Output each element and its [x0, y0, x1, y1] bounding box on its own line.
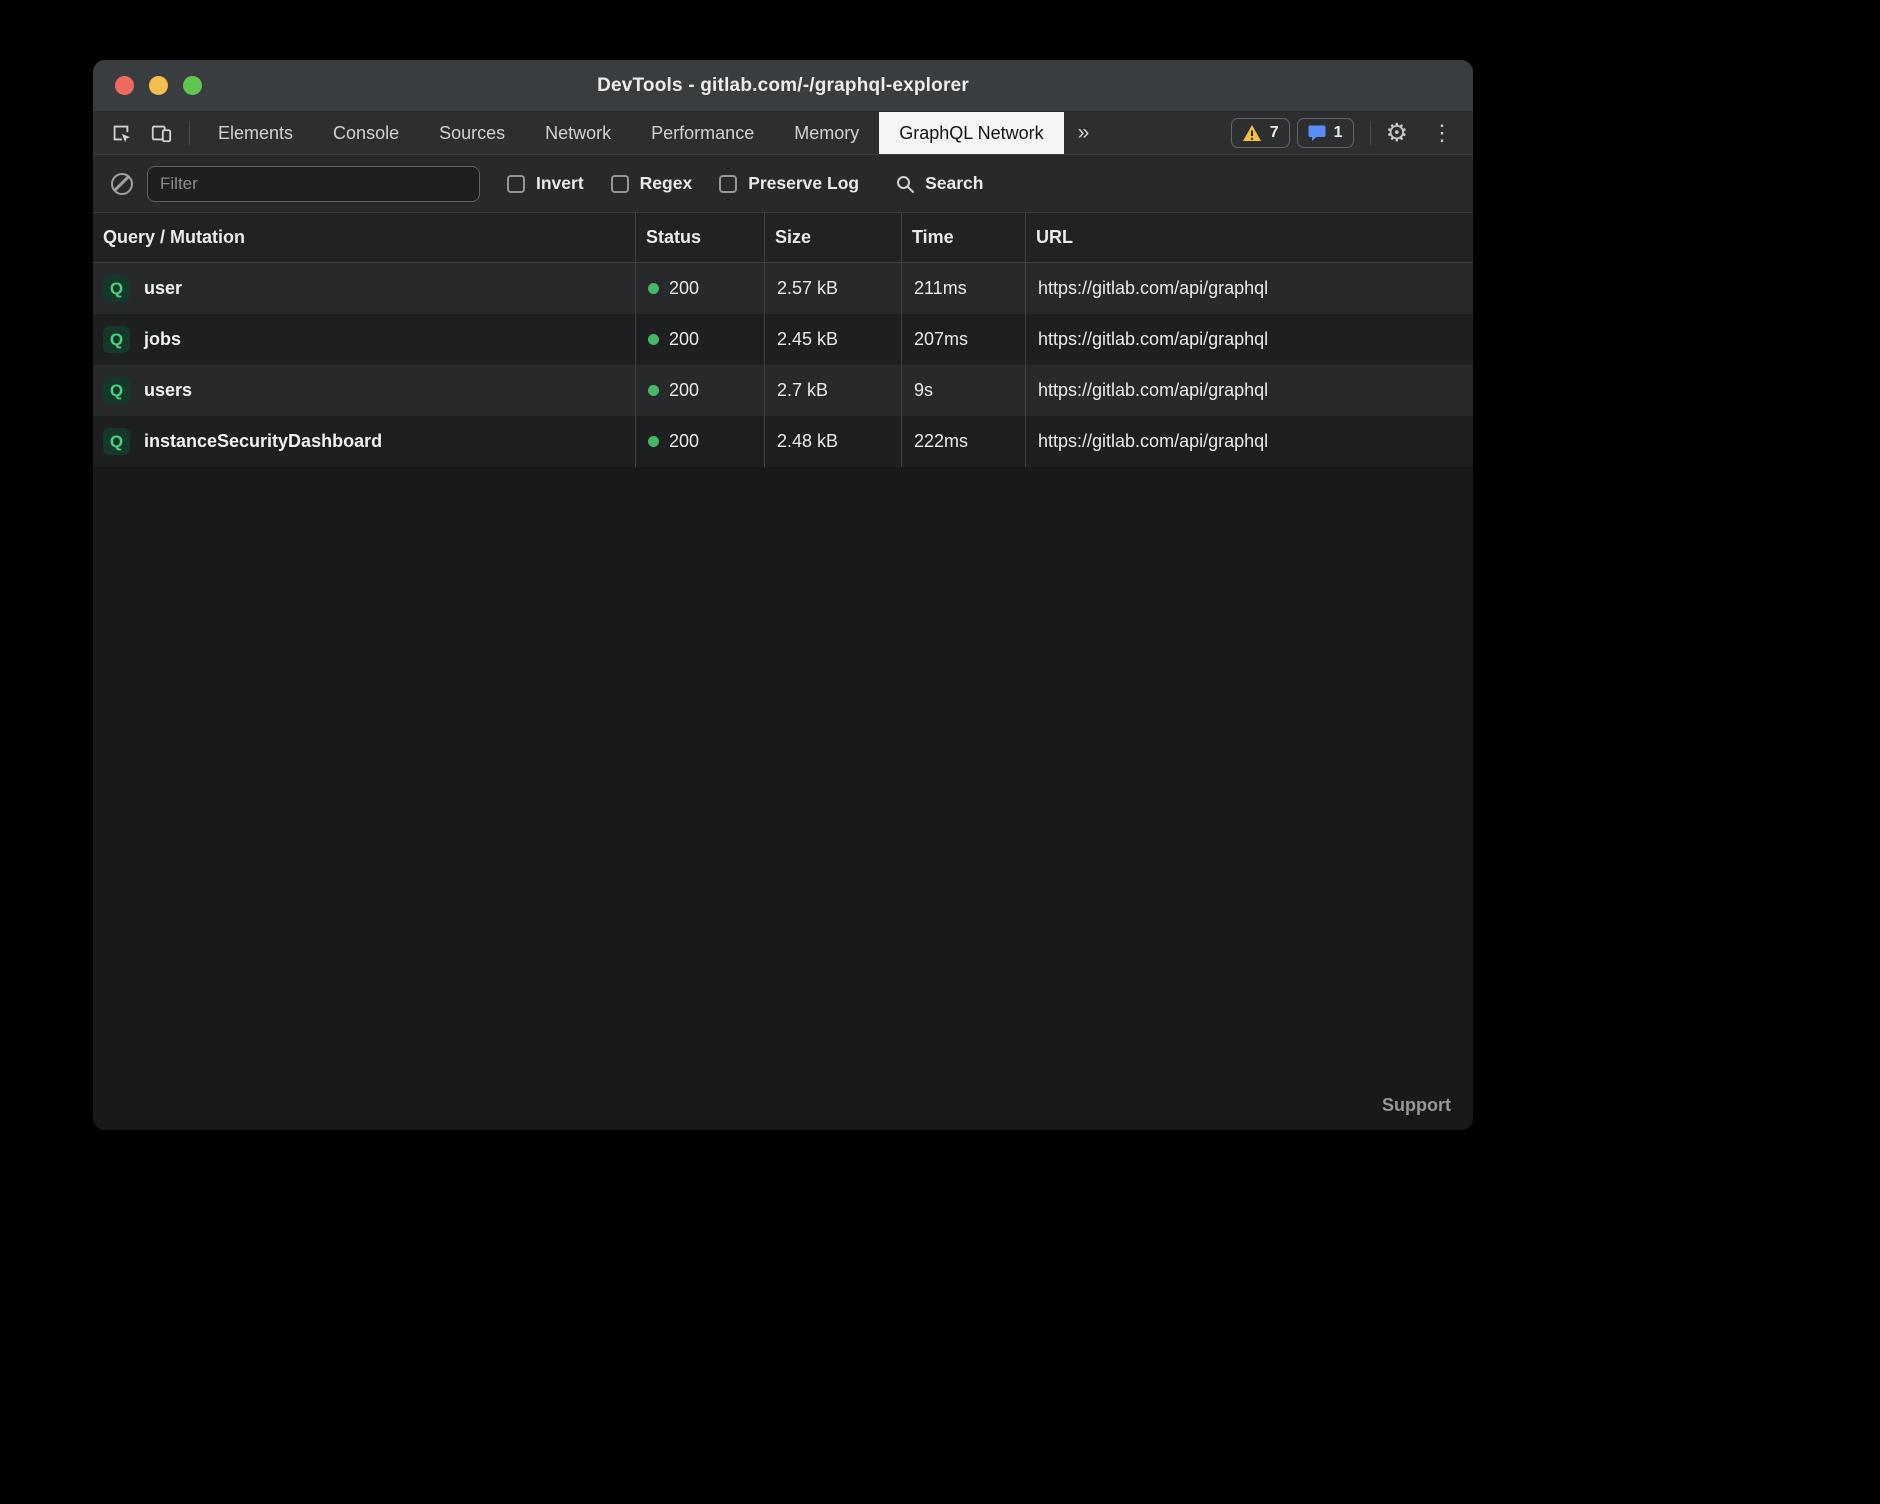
inspect-element-icon[interactable] [101, 112, 141, 154]
checkbox-label: Preserve Log [748, 173, 859, 194]
url-cell: https://gitlab.com/api/graphql [1026, 314, 1473, 365]
status-code: 200 [669, 380, 699, 401]
issue-count: 1 [1334, 124, 1343, 142]
tab-memory[interactable]: Memory [774, 112, 879, 154]
time-cell: 222ms [902, 416, 1026, 467]
query-name: instanceSecurityDashboard [144, 431, 382, 452]
tabbar-spacer [1103, 112, 1230, 154]
tab-graphql-network[interactable]: GraphQL Network [879, 112, 1063, 154]
query-name: jobs [144, 329, 181, 350]
size-cell: 2.45 kB [765, 314, 902, 365]
size-cell: 2.48 kB [765, 416, 902, 467]
table-header: Query / Mutation Status Size Time URL [93, 213, 1473, 263]
warning-count: 7 [1270, 124, 1279, 142]
warnings-badge[interactable]: 7 [1231, 118, 1290, 148]
status-code: 200 [669, 278, 699, 299]
status-code: 200 [669, 431, 699, 452]
preserve-log-checkbox[interactable]: Preserve Log [719, 173, 859, 194]
table-row[interactable]: QinstanceSecurityDashboard 200 2.48 kB222m… [93, 416, 1473, 467]
status-cell: 200 [636, 416, 765, 467]
zoom-window-button[interactable] [183, 76, 202, 95]
url-cell: https://gitlab.com/api/graphql [1026, 416, 1473, 467]
titlebar: DevTools - gitlab.com/-/graphql-explorer [93, 60, 1473, 112]
clear-requests-icon[interactable] [111, 173, 133, 195]
table-row[interactable]: Qjobs 200 2.45 kB207mshttps://gitlab.com/a… [93, 314, 1473, 365]
status-code: 200 [669, 329, 699, 350]
query-type-badge: Q [103, 275, 130, 302]
filter-toolbar: Invert Regex Preserve Log Search [93, 155, 1473, 213]
checkbox-label: Invert [536, 173, 584, 194]
settings-gear-icon[interactable]: ⚙ [1377, 112, 1417, 154]
traffic-lights [115, 60, 202, 111]
time-cell: 9s [902, 365, 1026, 416]
query-type-badge: Q [103, 428, 130, 455]
minimize-window-button[interactable] [149, 76, 168, 95]
query-cell: Qjobs [93, 314, 636, 365]
tab-sources[interactable]: Sources [419, 112, 525, 154]
requests-table: Query / Mutation Status Size Time URL Qu… [93, 213, 1473, 1130]
status-badges: 7 1 [1231, 112, 1354, 154]
tab-console[interactable]: Console [313, 112, 419, 154]
query-name: users [144, 380, 192, 401]
issue-bubble-icon [1308, 125, 1326, 142]
column-header-size[interactable]: Size [765, 213, 902, 262]
filter-input[interactable] [147, 166, 480, 202]
search-label: Search [925, 173, 983, 194]
query-cell: Qusers [93, 365, 636, 416]
status-ok-dot [648, 385, 659, 396]
url-cell: https://gitlab.com/api/graphql [1026, 263, 1473, 314]
device-toolbar-icon[interactable] [141, 112, 181, 154]
regex-checkbox[interactable]: Regex [611, 173, 693, 194]
table-row[interactable]: Qusers 200 2.7 kB9shttps://gitlab.com/api/… [93, 365, 1473, 416]
status-cell: 200 [636, 314, 765, 365]
search-button[interactable]: Search [895, 173, 983, 194]
status-ok-dot [648, 283, 659, 294]
time-cell: 211ms [902, 263, 1026, 314]
devtools-window: DevTools - gitlab.com/-/graphql-explorer… [93, 60, 1473, 1130]
query-cell: QinstanceSecurityDashboard [93, 416, 636, 467]
warning-triangle-icon [1242, 124, 1262, 142]
column-header-time[interactable]: Time [902, 213, 1026, 262]
url-cell: https://gitlab.com/api/graphql [1026, 365, 1473, 416]
tab-performance[interactable]: Performance [631, 112, 774, 154]
query-type-badge: Q [103, 326, 130, 353]
devtools-tabbar: ElementsConsoleSourcesNetworkPerformance… [93, 112, 1473, 155]
column-header-query[interactable]: Query / Mutation [93, 213, 636, 262]
time-cell: 207ms [902, 314, 1026, 365]
size-cell: 2.57 kB [765, 263, 902, 314]
tab-strip: ElementsConsoleSourcesNetworkPerformance… [198, 112, 1064, 154]
kebab-menu-icon[interactable]: ⋮ [1417, 112, 1467, 154]
table-row[interactable]: Quser 200 2.57 kB211mshttps://gitlab.com/a… [93, 263, 1473, 314]
checkbox-label: Regex [640, 173, 693, 194]
checkbox-box [507, 175, 525, 193]
request-table-body: Quser2002.57 kB211mshttps://gitlab.com/a… [93, 263, 1473, 467]
tab-network[interactable]: Network [525, 112, 631, 154]
query-name: user [144, 278, 182, 299]
query-type-badge: Q [103, 377, 130, 404]
status-ok-dot [648, 436, 659, 447]
checkbox-box [611, 175, 629, 193]
status-ok-dot [648, 334, 659, 345]
close-window-button[interactable] [115, 76, 134, 95]
size-cell: 2.7 kB [765, 365, 902, 416]
issues-badge[interactable]: 1 [1297, 118, 1354, 148]
checkbox-box [719, 175, 737, 193]
column-header-url[interactable]: URL [1026, 213, 1473, 262]
status-cell: 200 [636, 263, 765, 314]
invert-checkbox[interactable]: Invert [507, 173, 584, 194]
status-cell: 200 [636, 365, 765, 416]
support-link[interactable]: Support [1382, 1095, 1451, 1116]
more-tabs-button[interactable]: » [1064, 112, 1104, 154]
tab-elements[interactable]: Elements [198, 112, 313, 154]
block-icon [111, 173, 133, 195]
tabbar-right-divider [1370, 121, 1371, 145]
query-cell: Quser [93, 263, 636, 314]
column-header-status[interactable]: Status [636, 213, 765, 262]
window-title: DevTools - gitlab.com/-/graphql-explorer [597, 75, 969, 97]
search-icon [895, 174, 915, 194]
toolbar-divider [189, 121, 190, 145]
